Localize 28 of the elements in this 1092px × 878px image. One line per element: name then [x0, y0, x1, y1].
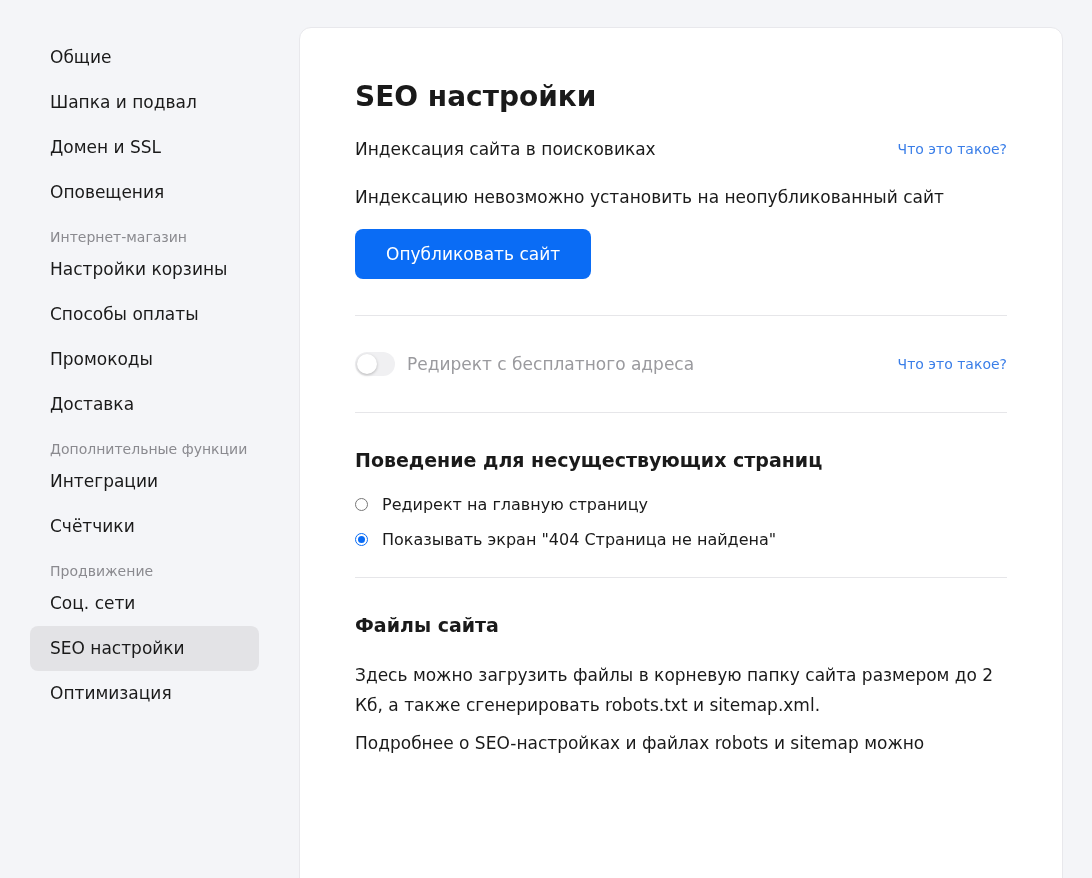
- description-text: Здесь можно загрузить файлы в корневую папку сайта размером до 2 Кб, а также сгенерировать robots.txt и sitemap.xml.: [355, 664, 995, 717]
- page-title: SEO настройки: [355, 80, 598, 113]
- sidebar-item[interactable]: Счётчики: [30, 504, 259, 549]
- section-heading: Интернет-магазин: [49, 228, 189, 247]
- sidebar-item[interactable]: Оптимизация: [30, 671, 259, 716]
- sidebar-item[interactable]: Оповещения: [30, 170, 259, 215]
- sidebar-item[interactable]: Шапка и подвал: [30, 80, 259, 125]
- radio-label: Редирект на главную страницу: [382, 495, 649, 514]
- indexing-notice: Индексацию невозможно установить на неопубликованный сайт: [355, 187, 945, 207]
- help-link[interactable]: Что это такое?: [897, 141, 1007, 157]
- sidebar-item[interactable]: Промокоды: [30, 337, 259, 382]
- sidebar-item[interactable]: Интеграции: [30, 459, 259, 504]
- publish-button[interactable]: Опубликовать сайт: [355, 229, 592, 279]
- section-heading: Продвижение: [49, 562, 155, 581]
- sidebar-item[interactable]: Общие: [30, 35, 259, 80]
- sidebar-item[interactable]: Соц. сети: [30, 581, 259, 626]
- sidebar-item[interactable]: Домен и SSL: [30, 125, 259, 170]
- section-title: Поведение для несуществующих страниц: [355, 449, 824, 471]
- redirect-label: Редирект с бесплатного адреса: [407, 354, 695, 374]
- section-title: Файлы сайта: [355, 614, 500, 636]
- section-heading: Дополнительные функции: [49, 440, 249, 459]
- sidebar-item[interactable]: Доставка: [30, 382, 259, 427]
- sidebar-item[interactable]: Способы оплаты: [30, 292, 259, 337]
- description-text: Подробнее о SEO-настройках и файлах robots и sitemap можно: [355, 732, 926, 755]
- sidebar-item[interactable]: Настройки корзины: [30, 247, 259, 292]
- indexing-label: Индексация сайта в поисковиках: [355, 139, 656, 159]
- radio-label: Показывать экран "404 Страница не найдена": [382, 530, 777, 549]
- sidebar-item[interactable]: SEO настройки: [30, 626, 259, 671]
